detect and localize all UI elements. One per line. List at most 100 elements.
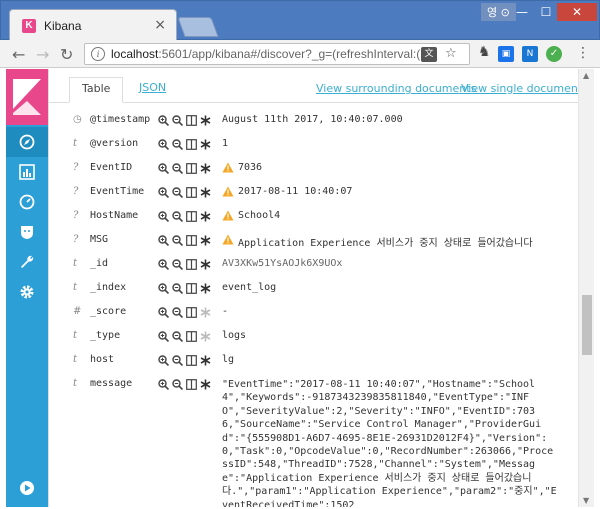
filter-for-value-icon[interactable] — [158, 211, 169, 222]
reload-icon[interactable]: ↻ — [60, 45, 73, 64]
kibana-logo[interactable] — [6, 69, 48, 125]
close-tab-icon[interactable]: × — [154, 17, 166, 33]
url-text[interactable]: localhost:5601/app/kibana#/discover?_g=(… — [111, 47, 430, 61]
filter-for-value-icon[interactable] — [158, 115, 169, 126]
toggle-column-icon[interactable] — [186, 187, 197, 198]
filter-for-value-icon[interactable] — [158, 235, 169, 246]
extension-check-icon[interactable]: ✓ — [546, 46, 562, 62]
filter-for-value-icon[interactable] — [158, 139, 169, 150]
view-single-link[interactable]: View single document — [461, 82, 578, 95]
extension-icon[interactable]: ▣ — [498, 46, 514, 62]
toggle-column-icon[interactable] — [186, 379, 197, 390]
maximize-button[interactable]: ☐ — [535, 3, 557, 21]
field-type-icon: ? — [73, 234, 79, 245]
view-surrounding-link[interactable]: View surrounding documents — [316, 82, 476, 95]
vertical-scrollbar[interactable]: ▲ ▼ — [578, 69, 594, 507]
filter-exists-icon[interactable] — [200, 283, 211, 294]
sidebar-item-dashboard[interactable] — [6, 187, 48, 217]
extension-icon[interactable]: ♞ — [478, 44, 494, 60]
toggle-column-icon[interactable] — [186, 259, 197, 270]
filter-exists-icon[interactable] — [200, 163, 211, 174]
scroll-thumb[interactable] — [582, 295, 592, 355]
filter-out-value-icon[interactable] — [172, 307, 183, 318]
minimize-button[interactable]: — — [511, 3, 533, 21]
filter-for-value-icon[interactable] — [158, 283, 169, 294]
tab-json[interactable]: JSON — [127, 77, 178, 103]
field-value: - — [222, 306, 229, 317]
field-name: _id — [90, 258, 109, 269]
field-row: t _type logs — [49, 326, 578, 350]
filter-exists-icon[interactable] — [200, 307, 211, 318]
toggle-column-icon[interactable] — [186, 115, 197, 126]
filter-for-value-icon[interactable] — [158, 355, 169, 366]
toggle-column-icon[interactable] — [186, 139, 197, 150]
bar-chart-icon — [19, 164, 35, 180]
filter-for-value-icon[interactable] — [158, 379, 169, 390]
filter-exists-icon[interactable] — [200, 331, 211, 342]
browser-menu-icon[interactable]: ⋮ — [576, 45, 590, 61]
sidebar-item-management[interactable] — [6, 277, 48, 307]
toggle-column-icon[interactable] — [186, 331, 197, 342]
filter-out-value-icon[interactable] — [172, 211, 183, 222]
filter-out-value-icon[interactable] — [172, 235, 183, 246]
field-type-icon: t — [73, 138, 78, 149]
tab-table[interactable]: Table — [69, 77, 124, 103]
back-arrow-icon[interactable]: ← — [12, 45, 25, 64]
bookmark-star-icon[interactable]: ☆ — [445, 46, 457, 61]
field-name: message — [90, 378, 133, 389]
filter-out-value-icon[interactable] — [172, 379, 183, 390]
filter-out-value-icon[interactable] — [172, 259, 183, 270]
field-actions — [158, 353, 214, 369]
toggle-column-icon[interactable] — [186, 163, 197, 174]
toggle-column-icon[interactable] — [186, 355, 197, 366]
filter-exists-icon[interactable] — [200, 139, 211, 150]
filter-out-value-icon[interactable] — [172, 139, 183, 150]
sidebar-item-timelion[interactable] — [6, 217, 48, 247]
filter-exists-icon[interactable] — [200, 259, 211, 270]
filter-out-value-icon[interactable] — [172, 115, 183, 126]
filter-for-value-icon[interactable] — [158, 163, 169, 174]
field-value: 2017-08-11 10:40:07 — [238, 186, 353, 197]
filter-exists-icon[interactable] — [200, 187, 211, 198]
sidebar-item-discover[interactable] — [6, 127, 48, 157]
filter-for-value-icon[interactable] — [158, 187, 169, 198]
filter-exists-icon[interactable] — [200, 379, 211, 390]
translate-icon[interactable]: 文 — [421, 47, 437, 62]
wrench-icon — [21, 255, 34, 268]
field-name: EventID — [90, 162, 133, 173]
address-bar[interactable]: i localhost:5601/app/kibana#/discover?_g… — [84, 43, 470, 65]
scroll-up-arrow-icon[interactable]: ▲ — [583, 71, 589, 80]
warning-icon — [222, 234, 234, 245]
extension-icon[interactable]: N — [522, 46, 538, 62]
field-name: EventTime — [90, 186, 145, 197]
info-icon[interactable]: i — [91, 47, 105, 61]
filter-exists-icon[interactable] — [200, 355, 211, 366]
toggle-column-icon[interactable] — [186, 283, 197, 294]
close-window-button[interactable]: ✕ — [557, 3, 597, 21]
browser-tab[interactable]: K Kibana × — [9, 9, 177, 41]
filter-out-value-icon[interactable] — [172, 355, 183, 366]
filter-out-value-icon[interactable] — [172, 163, 183, 174]
filter-exists-icon[interactable] — [200, 235, 211, 246]
new-tab-button[interactable] — [177, 17, 219, 37]
play-circle-icon — [20, 481, 34, 495]
field-actions — [158, 137, 214, 153]
filter-exists-icon[interactable] — [200, 211, 211, 222]
filter-out-value-icon[interactable] — [172, 283, 183, 294]
filter-exists-icon[interactable] — [200, 115, 211, 126]
toggle-column-icon[interactable] — [186, 235, 197, 246]
sidebar-item-dev-tools[interactable] — [6, 247, 48, 277]
toggle-column-icon[interactable] — [186, 307, 197, 318]
field-value: AV3XKw51YsAOJk6X9UOx — [222, 258, 343, 269]
filter-out-value-icon[interactable] — [172, 331, 183, 342]
filter-for-value-icon[interactable] — [158, 259, 169, 270]
toggle-column-icon[interactable] — [186, 211, 197, 222]
doc-view-tabs: Table JSON View surrounding documents Vi… — [49, 69, 578, 103]
filter-for-value-icon[interactable] — [158, 307, 169, 318]
scroll-down-arrow-icon[interactable]: ▼ — [583, 496, 589, 505]
forward-arrow-icon[interactable]: → — [36, 45, 49, 64]
filter-out-value-icon[interactable] — [172, 187, 183, 198]
sidebar-item-visualize[interactable] — [6, 157, 48, 187]
filter-for-value-icon[interactable] — [158, 331, 169, 342]
sidebar-collapse[interactable] — [6, 473, 48, 503]
